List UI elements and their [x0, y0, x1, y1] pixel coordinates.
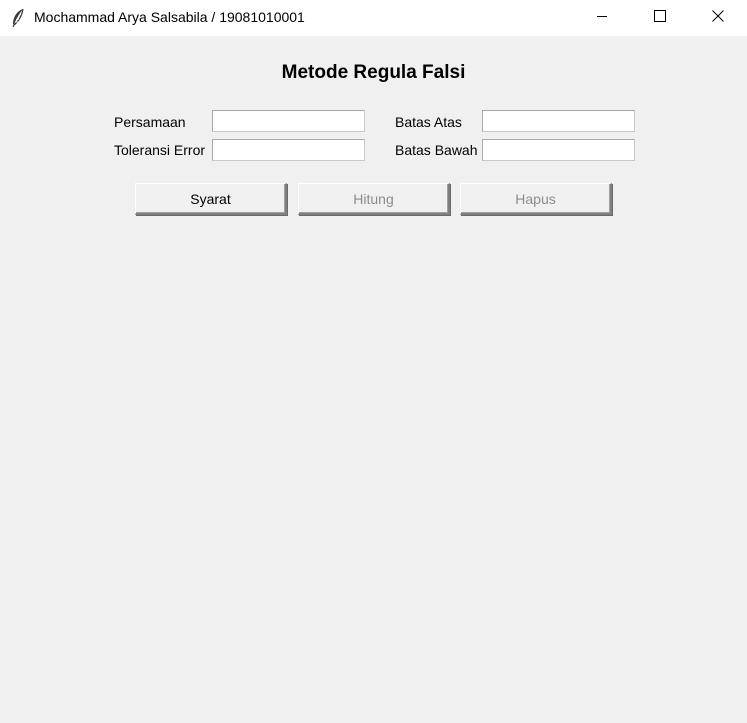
close-button[interactable] [689, 0, 747, 36]
title-bar[interactable]: Mochammad Arya Salsabila / 19081010001 [0, 0, 747, 36]
batas-atas-input[interactable] [482, 110, 635, 132]
feather-icon [10, 8, 26, 28]
hitung-button[interactable]: Hitung [298, 183, 450, 215]
window-title: Mochammad Arya Salsabila / 19081010001 [34, 9, 305, 25]
window-content: Metode Regula Falsi Persamaan Batas Atas… [0, 36, 747, 723]
minimize-icon [596, 9, 608, 27]
toleransi-error-input[interactable] [212, 139, 365, 161]
syarat-button[interactable]: Syarat [135, 183, 287, 215]
batas-bawah-input[interactable] [482, 139, 635, 161]
persamaan-label: Persamaan [114, 114, 186, 130]
page-title: Metode Regula Falsi [281, 62, 466, 83]
toleransi-error-label: Toleransi Error [114, 142, 206, 158]
minimize-button[interactable] [573, 0, 631, 36]
batas-bawah-label: Batas Bawah [395, 142, 478, 158]
batas-atas-label: Batas Atas [395, 114, 462, 130]
persamaan-input[interactable] [212, 110, 365, 132]
close-icon [712, 9, 724, 27]
maximize-icon [654, 9, 666, 27]
hapus-button[interactable]: Hapus [460, 183, 612, 215]
maximize-button[interactable] [631, 0, 689, 36]
